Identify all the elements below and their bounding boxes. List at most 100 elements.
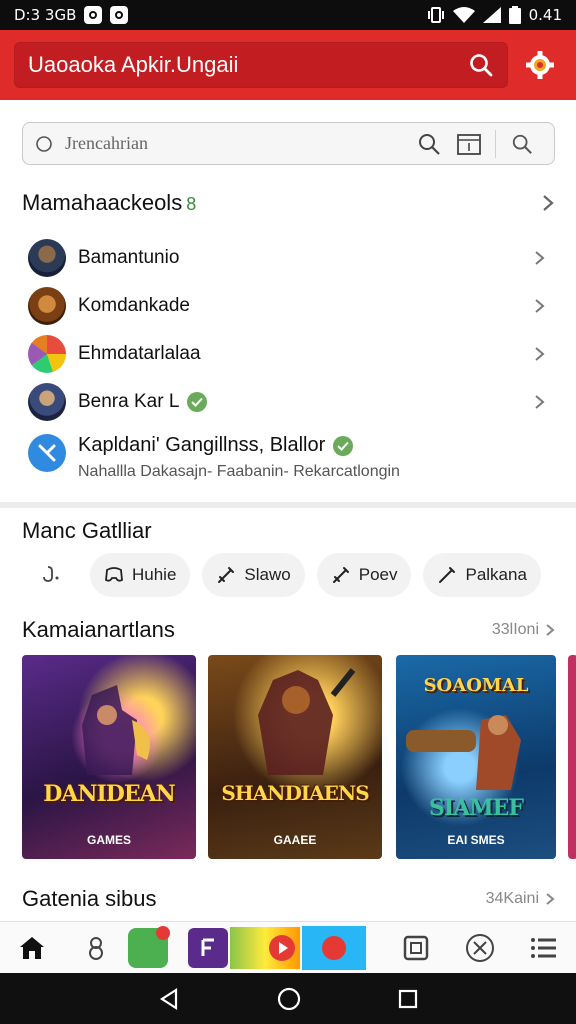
back-icon[interactable]	[158, 987, 180, 1010]
warrior-figure	[258, 668, 356, 775]
game-carousel: DANIDEAN GAMES SHANDIAENS GAAEE SOAOMAL …	[22, 655, 576, 861]
app-shortcut-strip[interactable]	[230, 926, 300, 969]
menu-button[interactable]	[512, 922, 576, 974]
app-shortcut-green[interactable]	[128, 925, 170, 968]
clock: 0.41	[528, 6, 562, 24]
calendar-icon	[457, 133, 481, 155]
voice-button[interactable]	[22, 564, 78, 586]
app-shortcut-blue[interactable]	[302, 925, 366, 970]
close-circle-icon	[466, 933, 494, 962]
app-title: Uaoaoka Apkir.Ungaii	[28, 52, 239, 77]
bottom-nav	[0, 921, 576, 973]
nav-frame-button[interactable]	[384, 922, 448, 974]
section-meta: 34Kaini	[486, 890, 555, 908]
app-shortcuts[interactable]	[128, 925, 384, 971]
chip-poev[interactable]: Poev	[316, 553, 412, 597]
search-bar[interactable]: Jrencahrian	[22, 122, 555, 165]
search-divider	[495, 129, 496, 158]
chevron-right-icon	[525, 298, 555, 314]
section-title: Manc Gatlliar	[22, 518, 152, 543]
game-title: DANIDEAN	[43, 781, 176, 807]
search-input[interactable]: Jrencahrian	[65, 133, 409, 154]
featured-text: Kapldani' Gangillnss, Blallor Nahallla D…	[78, 434, 400, 481]
game-subtitle: EAI SMES	[447, 833, 505, 847]
app-title-box[interactable]: Uaoaoka Apkir.Ungaii	[14, 42, 508, 88]
search-button-2[interactable]	[502, 124, 542, 164]
app-shortcut-purple[interactable]	[188, 927, 228, 968]
chip-label: Palkana	[465, 565, 527, 584]
wifi-icon	[452, 7, 475, 23]
vibrate-icon	[427, 7, 444, 23]
section-meta-text: 34Kaini	[485, 890, 539, 907]
warrior-figure	[82, 685, 150, 775]
list-item[interactable]: Ehmdatarlalaa	[22, 330, 555, 378]
settings-button[interactable]	[518, 42, 562, 88]
sword-icon	[439, 567, 456, 583]
avatar	[28, 335, 66, 373]
list-item-label: Benra Kar L	[78, 391, 525, 413]
sword-icon	[332, 567, 349, 583]
game-card[interactable]: SHANDIAENS GAAEE	[208, 655, 382, 859]
search-icon	[512, 134, 532, 154]
list-item-name: Benra Kar L	[78, 391, 180, 412]
nav-button-2[interactable]	[64, 922, 128, 974]
chip-palkana[interactable]: Palkana	[423, 553, 541, 597]
home-circle-icon[interactable]	[277, 987, 301, 1011]
list-item-label: Ehmdatarlalaa	[78, 343, 201, 364]
section-header-4[interactable]: Gatenia sibus 34Kaini	[22, 886, 555, 912]
list-item[interactable]: Bamantunio	[22, 234, 555, 282]
list-item-label: Komdankade	[78, 295, 190, 316]
section-header-3[interactable]: Kamaianartlans 33lIoni	[22, 617, 555, 643]
chip-label: Huhie	[132, 565, 177, 584]
signal-icon	[482, 7, 501, 23]
status-left: D:3 3GB	[14, 6, 129, 24]
game-subtitle: GAAEE	[273, 833, 317, 847]
section-meta: 33lIoni	[492, 621, 555, 639]
verified-icon	[187, 392, 208, 412]
tools-icon	[28, 434, 66, 472]
notification-dot	[322, 935, 346, 960]
game-top-title: SOAOMAL	[423, 675, 529, 696]
game-subtitle: GAMES	[86, 833, 131, 847]
list-item[interactable]: Benra Kar L	[22, 378, 555, 426]
play-icon	[269, 934, 295, 961]
nav-close-button[interactable]	[448, 922, 512, 974]
battery-icon	[508, 6, 521, 24]
menu-icon	[531, 937, 556, 958]
section-header-1[interactable]: Mamahaackeols 8	[22, 190, 555, 216]
chevron-right-icon	[525, 346, 555, 362]
game-card-partial[interactable]	[568, 655, 576, 859]
calendar-button[interactable]	[449, 124, 489, 164]
circle-icon	[36, 135, 52, 152]
featured-title-text: Kapldani' Gangillnss, Blallor	[78, 434, 326, 456]
list-item-label: Bamantunio	[78, 247, 180, 268]
chip-label: Poev	[358, 565, 398, 584]
warrior-figure	[406, 715, 521, 790]
chevron-right-icon[interactable]	[541, 194, 555, 212]
gear-icon	[526, 51, 554, 79]
controller-icon	[105, 567, 123, 582]
recents-icon[interactable]	[398, 989, 418, 1009]
list-item[interactable]: Komdankade	[22, 282, 555, 330]
chip-slawo[interactable]: Slawo	[202, 553, 305, 597]
system-nav-bar	[0, 973, 576, 1024]
status-right: 0.41	[427, 6, 562, 24]
chevron-right-icon	[546, 624, 555, 636]
app-f-icon	[201, 938, 214, 956]
section-header-2: Manc Gatlliar	[22, 518, 555, 544]
game-card[interactable]: DANIDEAN GAMES	[22, 655, 196, 859]
avatar	[28, 239, 66, 277]
search-icon[interactable]	[468, 52, 494, 78]
section-title-text: Mamahaackeols	[22, 190, 183, 215]
home-button[interactable]	[0, 922, 64, 974]
featured-item[interactable]: Kapldani' Gangillnss, Blallor Nahallla D…	[22, 426, 555, 481]
home-icon	[20, 936, 44, 959]
section-title: Gatenia sibus	[22, 886, 157, 911]
notification-icon	[84, 6, 103, 24]
sword-icon	[218, 567, 235, 583]
link-icon	[89, 936, 103, 960]
chip-huhie[interactable]: Huhie	[90, 553, 191, 597]
search-button[interactable]	[409, 124, 449, 164]
game-title: SHANDIAENS	[221, 781, 369, 805]
game-card[interactable]: SOAOMAL SIAMEF EAI SMES	[396, 655, 556, 859]
